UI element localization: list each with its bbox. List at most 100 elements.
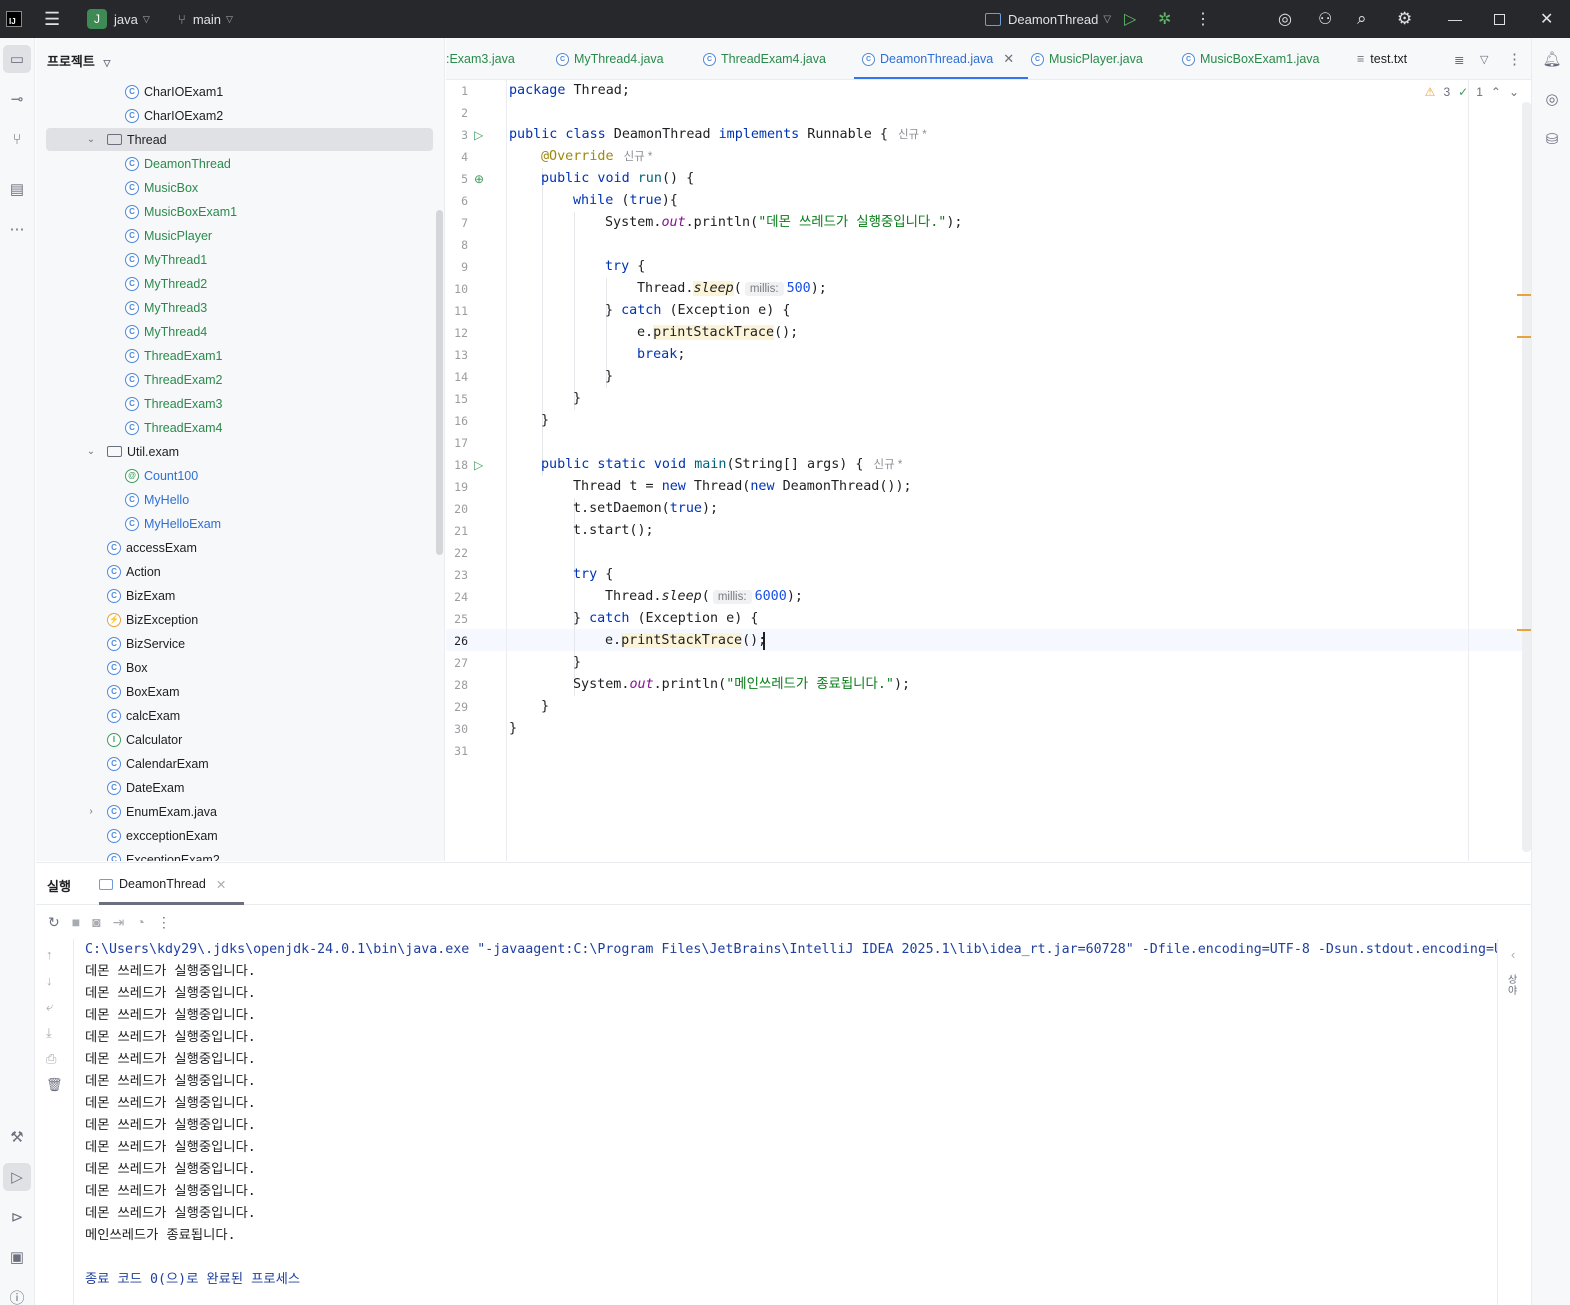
project-panel-header[interactable]: 프로젝트 ▽	[47, 51, 110, 70]
tree-item[interactable]: C CalendarExam	[46, 752, 433, 775]
minimize-button[interactable]: —	[1448, 0, 1462, 38]
tree-item[interactable]: C BoxExam	[46, 680, 433, 703]
tab-threadexam4[interactable]: C ThreadExam4.java	[703, 38, 826, 79]
tree-item[interactable]: C DateExam	[46, 776, 433, 799]
tab-deamonthread[interactable]: C DeamonThread.java ✕	[853, 38, 1029, 79]
run-config-selector[interactable]: DeamonThread ▽	[985, 0, 1111, 38]
tree-item[interactable]: C DeamonThread	[46, 152, 433, 175]
run-tool-button[interactable]: ▷	[3, 1163, 31, 1191]
run-tab-deamonthread[interactable]: DeamonThread ✕	[99, 863, 245, 905]
notifications-button[interactable]: 🔔︎	[1538, 45, 1566, 73]
maximize-button[interactable]	[1494, 0, 1505, 38]
chevron-up-icon[interactable]: ⌃	[1491, 85, 1501, 99]
trash-icon[interactable]: 🗑︎	[46, 1077, 63, 1093]
services-tool-button[interactable]: ⊳	[3, 1203, 31, 1231]
tree-item[interactable]: C Action	[46, 560, 433, 583]
tree-item[interactable]: @ Count100	[46, 464, 433, 487]
warning-marker[interactable]	[1517, 629, 1531, 631]
warning-marker[interactable]	[1517, 336, 1531, 338]
tree-item[interactable]: ⌄ Thread	[46, 128, 433, 151]
implements-gutter-icon[interactable]: ⊕	[474, 168, 484, 190]
project-widget[interactable]: J java ▽	[87, 0, 150, 38]
more-vertical-icon[interactable]: ⋮	[157, 914, 171, 931]
warning-marker[interactable]	[1517, 294, 1531, 296]
coverage-icon[interactable]: ◔	[136, 914, 144, 930]
debug-button[interactable]: ✲	[1158, 0, 1171, 38]
pull-requests-tool-button[interactable]: ⑂	[3, 125, 31, 153]
app-logo[interactable]: IJ	[6, 0, 22, 38]
tree-item[interactable]: C Box	[46, 656, 433, 679]
arrow-down-icon[interactable]: ↓	[46, 973, 53, 988]
tree-item[interactable]: C MyThread1	[46, 248, 433, 271]
problems-tool-button[interactable]: ⓘ	[3, 1283, 31, 1305]
project-tool-button[interactable]: ▭	[3, 45, 31, 73]
tree-item[interactable]: C CharIOExam2	[46, 104, 433, 127]
tree-item[interactable]: CcalcExam	[46, 704, 433, 727]
print-icon[interactable]: ⎙	[46, 1051, 56, 1067]
terminal-tool-button[interactable]: ▣	[3, 1243, 31, 1271]
commit-tool-button[interactable]: ⊸	[3, 85, 31, 113]
stop-icon[interactable]: ■	[72, 914, 80, 930]
tab-list-button[interactable]: ≣	[1454, 38, 1464, 79]
rerun-icon[interactable]: ↻	[48, 914, 60, 931]
side-vertical-label[interactable]: 상 야	[1508, 975, 1517, 997]
inspection-widget[interactable]: ⚠ 3 ✓ 1 ⌃ ⌄	[1425, 85, 1519, 99]
vcs-branch-widget[interactable]: ⑂ main ▽	[178, 0, 233, 38]
ai-assistant-button[interactable]: ◎	[1278, 0, 1292, 38]
search-everywhere-button[interactable]: ⌕	[1357, 0, 1367, 38]
tree-item[interactable]: C MyThread2	[46, 272, 433, 295]
tree-item[interactable]: CaccessExam	[46, 536, 433, 559]
more-tools-button[interactable]: ⋯	[3, 215, 31, 243]
code-editor[interactable]: 1 2 3 4 5 6 7 8 9 10 11 12 13 14 15 16 17 18 19 20 21 22 23 24 2…	[446, 80, 1531, 861]
database-tool-button[interactable]: ⛁	[1538, 125, 1566, 153]
tree-item[interactable]: C MusicPlayer	[46, 224, 433, 247]
tree-item[interactable]: C MusicBox	[46, 176, 433, 199]
console-output[interactable]: C:\Users\kdy29\.jdks\openjdk-24.0.1\bin\…	[85, 939, 1497, 1305]
project-scrollbar[interactable]	[436, 210, 443, 555]
tab-test-txt[interactable]: ≡ test.txt	[1357, 38, 1407, 79]
camera-icon[interactable]: ◙	[92, 914, 100, 930]
structure-tool-button[interactable]: ▤	[3, 175, 31, 203]
more-actions-button[interactable]: ⋮	[1195, 0, 1211, 38]
tree-item[interactable]: C BizService	[46, 632, 433, 655]
tree-item[interactable]: C MyHelloExam	[46, 512, 433, 535]
chevron-right-icon[interactable]: ›	[85, 806, 97, 817]
chevron-down-icon[interactable]: ⌄	[85, 446, 97, 457]
tab-musicboxexam1[interactable]: C MusicBoxExam1.java	[1182, 38, 1320, 79]
run-gutter-icon[interactable]: ▷	[474, 124, 483, 146]
run-gutter-icon[interactable]: ▷	[474, 454, 483, 476]
chevron-left-icon[interactable]: ‹	[1511, 947, 1515, 962]
tree-item[interactable]: I Calculator	[46, 728, 433, 751]
tree-item[interactable]: C BizExam	[46, 584, 433, 607]
main-menu-button[interactable]: ☰	[44, 0, 60, 38]
settings-button[interactable]: ⚙	[1397, 0, 1412, 38]
tree-item[interactable]: C MyHello	[46, 488, 433, 511]
close-icon[interactable]: ✕	[1003, 51, 1014, 67]
tree-item[interactable]: C ExceptionExam2	[46, 848, 433, 861]
tree-item[interactable]: C CharIOExam1	[46, 80, 433, 103]
tree-item[interactable]: ⌄ Util.exam	[46, 440, 433, 463]
tree-item[interactable]: CexcceptionExam	[46, 824, 433, 847]
run-button[interactable]: ▷	[1124, 0, 1136, 38]
chevron-down-icon[interactable]: ⌄	[1509, 85, 1519, 99]
arrow-up-icon[interactable]: ↑	[46, 947, 53, 962]
ai-assistant-tool-button[interactable]: ◎	[1538, 85, 1566, 113]
tab-mythread4[interactable]: C MyThread4.java	[556, 38, 664, 79]
tree-item[interactable]: C MusicBoxExam1	[46, 200, 433, 223]
tab-musicplayer[interactable]: C MusicPlayer.java	[1031, 38, 1143, 79]
close-icon[interactable]: ✕	[216, 877, 226, 892]
tab-exam3[interactable]: :Exam3.java	[446, 38, 515, 79]
tabs-more-button[interactable]: ⋮	[1507, 38, 1522, 79]
tree-item[interactable]: C ThreadExam2	[46, 368, 433, 391]
tree-item[interactable]: › C EnumExam.java	[46, 800, 433, 823]
close-window-button[interactable]: ✕	[1540, 0, 1553, 38]
tabs-dropdown-button[interactable]: ▽	[1480, 38, 1488, 79]
tree-item[interactable]: C ThreadExam4	[46, 416, 433, 439]
chevron-down-icon[interactable]: ⌄	[85, 134, 97, 145]
soft-wrap-icon[interactable]: ⤶	[46, 999, 53, 1015]
tree-item[interactable]: C ThreadExam3	[46, 392, 433, 415]
tree-item[interactable]: C MyThread3	[46, 296, 433, 319]
tree-item[interactable]: ⚡ BizException	[46, 608, 433, 631]
exit-icon[interactable]: ⇥	[113, 914, 125, 931]
build-tool-button[interactable]: ⚒	[3, 1123, 31, 1151]
